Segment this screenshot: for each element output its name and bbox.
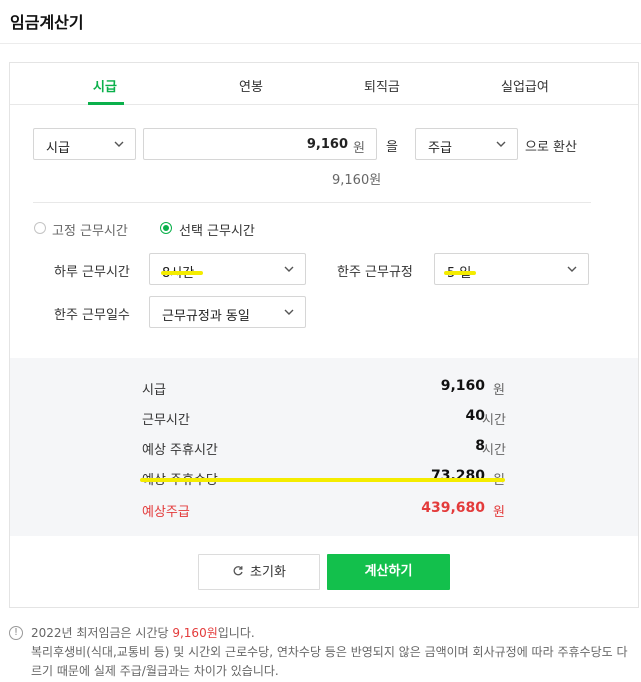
notice-text: 2022년 최저임금은 시간당 9,160원입니다. 복리후생비(식대,교통비 … [31, 624, 631, 681]
page-title: 임금계산기 [10, 13, 84, 32]
summary-unit: 원 [493, 383, 505, 398]
info-icon: ! [9, 626, 23, 640]
summary-label: 예상 주휴시간 [142, 443, 218, 458]
result-summary: 시급 9,160 원 근무시간 40 시간 예상 주휴시간 8 시간 예상 주휴… [10, 358, 638, 536]
highlight-mark [444, 271, 476, 275]
amount-input[interactable]: 9,160 원 [143, 128, 377, 160]
summary-value: 9,160 [440, 378, 485, 394]
amount-preview: 9,160원 [332, 173, 382, 188]
chevron-down-icon [496, 141, 506, 147]
calculate-button[interactable]: 계산하기 [327, 554, 450, 590]
notice-suffix: 입니다. [217, 626, 255, 640]
tab-hourly[interactable]: 시급 [93, 76, 117, 95]
tab-bar: 시급 연봉 퇴직금 실업급여 [10, 63, 638, 105]
summary-unit: 시간 [482, 443, 506, 458]
from-unit-value: 시급 [46, 141, 70, 156]
to-unit-select[interactable]: 주급 [415, 128, 518, 160]
header: 임금계산기 [0, 0, 641, 44]
chevron-down-icon [114, 141, 124, 147]
summary-label: 시급 [142, 383, 166, 398]
tab-unemployment[interactable]: 실업급여 [501, 76, 549, 95]
tab-active-indicator [88, 102, 124, 105]
radio-selected-hours-label: 선택 근무시간 [179, 224, 255, 239]
highlight-mark [140, 478, 505, 482]
summary-unit: 원 [493, 505, 505, 520]
notice-line-1: 2022년 최저임금은 시간당 9,160원입니다. [31, 624, 631, 643]
particle-label: 을 [386, 140, 398, 155]
summary-label: 예상주급 [142, 505, 190, 520]
divider [33, 202, 591, 203]
summary-value: 439,680 [421, 500, 485, 516]
amount-unit: 원 [353, 141, 365, 156]
notice-prefix: 2022년 최저임금은 시간당 [31, 626, 173, 640]
refresh-icon [233, 566, 243, 576]
notice-line-2: 복리후생비(식대,교통비 등) 및 시간외 근로수당, 연차수당 등은 반영되지… [31, 645, 628, 678]
to-unit-value: 주급 [428, 141, 452, 156]
radio-selected-hours[interactable] [160, 222, 172, 234]
chevron-down-icon [284, 309, 294, 315]
calculator-card: 시급 연봉 퇴직금 실업급여 시급 9,160 원 을 주급 으로 환산 9,1… [9, 62, 639, 608]
tab-annual[interactable]: 연봉 [239, 76, 263, 95]
tab-severance[interactable]: 퇴직금 [364, 76, 400, 95]
weekly-rule-select[interactable]: 5 일 [434, 253, 589, 285]
radio-fixed-hours-label: 고정 근무시간 [52, 224, 128, 239]
reset-button[interactable]: 초기화 [198, 554, 320, 590]
weekly-days-value: 근무규정과 동일 [162, 309, 250, 324]
weekly-rule-label: 한주 근무규정 [337, 265, 413, 280]
daily-hours-label: 하루 근무시간 [54, 265, 130, 280]
weekly-days-select[interactable]: 근무규정과 동일 [149, 296, 306, 328]
reset-button-label: 초기화 [250, 565, 286, 580]
weekly-days-label: 한주 근무일수 [54, 308, 130, 323]
chevron-down-icon [567, 266, 577, 272]
radio-fixed-hours[interactable] [34, 222, 46, 234]
summary-label: 근무시간 [142, 413, 190, 428]
calculate-button-label: 계산하기 [364, 564, 413, 579]
summary-unit: 시간 [482, 413, 506, 428]
notice-wage: 9,160원 [172, 626, 218, 640]
convert-suffix-label: 으로 환산 [525, 140, 577, 155]
amount-value: 9,160 [306, 137, 348, 152]
daily-hours-select[interactable]: 8시간 [149, 253, 306, 285]
highlight-mark [161, 271, 203, 275]
chevron-down-icon [284, 266, 294, 272]
from-unit-select[interactable]: 시급 [33, 128, 136, 160]
